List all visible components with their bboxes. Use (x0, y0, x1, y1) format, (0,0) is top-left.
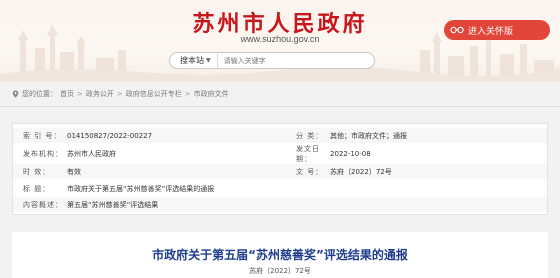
meta-label: 索 引 号： (23, 131, 62, 140)
breadcrumb-prefix: 您的位置： (22, 90, 57, 98)
breadcrumb-separator: > (184, 90, 191, 98)
breadcrumb-gov-affairs[interactable]: 政务公开 (86, 89, 114, 99)
meta-cell-date: 发文日期： 2022-10-08 (288, 144, 547, 163)
breadcrumb-separator: > (116, 90, 123, 98)
meta-label: 分 类： (296, 131, 324, 140)
meta-value: 市政府关于第五届“苏州慈善奖”评选结果的通报 (67, 184, 215, 193)
meta-value: 苏府〔2022〕72号 (330, 167, 392, 176)
location-pin-icon (12, 90, 19, 98)
meta-cell-validity: 时 效： 有效 (13, 164, 283, 179)
article-doc-number: 苏府〔2022〕72号 (249, 267, 311, 275)
caret-down-icon: ▼ (206, 57, 211, 64)
meta-value: 有效 (67, 167, 81, 176)
site-header: 苏州市人民政府 www.suzhou.gov.cn 进入关怀版 搜本站 ▼ (0, 0, 560, 82)
meta-label: 时 效： (23, 167, 51, 176)
document-metadata-table: 索 引 号： 014150827/2022-00227 分 类： 其他；市政府文… (12, 123, 548, 215)
meta-row-title: 标 题： 市政府关于第五届“苏州慈善奖”评选结果的通报 (13, 181, 547, 196)
article-panel: 市政府关于第五届“苏州慈善奖”评选结果的通报 苏府〔2022〕72号 (12, 232, 548, 278)
meta-label: 发文日期： (296, 144, 320, 163)
care-mode-button[interactable]: 进入关怀版 (444, 20, 550, 40)
care-mode-label: 进入关怀版 (468, 26, 514, 37)
meta-label: 发布机构： (23, 149, 63, 158)
meta-cell-index: 索 引 号： 014150827/2022-00227 (13, 128, 283, 143)
meta-row-index: 索 引 号： 014150827/2022-00227 分 类： 其他；市政府文… (13, 128, 547, 143)
breadcrumb-divider (0, 106, 560, 107)
breadcrumb-documents[interactable]: 市政府文件 (194, 89, 229, 99)
glasses-icon (450, 26, 464, 34)
search-input[interactable] (217, 56, 368, 65)
breadcrumb-home[interactable]: 首页 (60, 89, 74, 99)
meta-value: 014150827/2022-00227 (67, 131, 153, 140)
meta-row-publisher: 发布机构： 苏州市人民政府 发文日期： 2022-10-08 (13, 144, 547, 163)
meta-label: 文 号： (296, 167, 324, 176)
breadcrumb-separator: > (77, 90, 83, 98)
meta-cell-docno: 文 号： 苏府〔2022〕72号 (288, 164, 547, 179)
meta-cell-publisher: 发布机构： 苏州市人民政府 (13, 146, 283, 161)
search-scope-label: 搜本站 (180, 56, 204, 65)
meta-value: 其他；市政府文件；通报 (330, 131, 407, 140)
meta-value: 苏州市人民政府 (67, 149, 116, 158)
meta-value: 2022-10-08 (330, 149, 371, 158)
meta-label: 内容概述： (23, 200, 63, 209)
meta-row-summary: 内容概述： 第五届“苏州慈善奖”评选结果 (13, 197, 547, 212)
article-title: 市政府关于第五届“苏州慈善奖”评选结果的通报 (152, 248, 408, 262)
breadcrumb-info-column[interactable]: 政府信息公开专栏 (126, 89, 182, 99)
breadcrumb: 您的位置： 首页 > 政务公开 > 政府信息公开专栏 > 市政府文件 (12, 88, 229, 100)
search-scope-select[interactable]: 搜本站 ▼ (170, 53, 218, 68)
meta-row-validity: 时 效： 有效 文 号： 苏府〔2022〕72号 (13, 164, 547, 179)
meta-value: 第五届“苏州慈善奖”评选结果 (67, 200, 159, 209)
meta-cell-category: 分 类： 其他；市政府文件；通报 (288, 128, 547, 143)
meta-label: 标 题： (23, 184, 51, 193)
search-bar: 搜本站 ▼ (169, 52, 375, 69)
